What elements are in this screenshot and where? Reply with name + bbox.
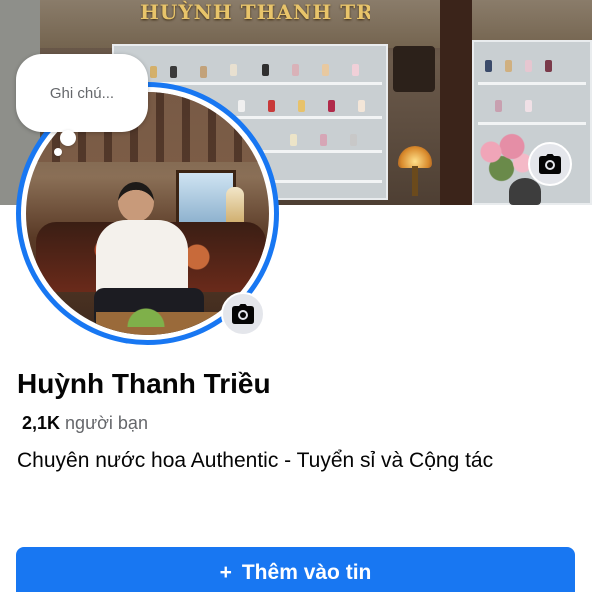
- add-to-story-button[interactable]: + Thêm vào tin: [16, 547, 575, 592]
- cover-camera-button[interactable]: [528, 142, 572, 186]
- wall-clock: [393, 46, 435, 92]
- note-bubble[interactable]: Ghi chú...: [16, 54, 148, 132]
- note-placeholder: Ghi chú...: [49, 84, 115, 102]
- tiffany-lamp: [398, 146, 432, 168]
- wood-column: [440, 0, 472, 205]
- add-to-story-label: Thêm vào tin: [241, 561, 372, 584]
- plus-icon: +: [219, 561, 232, 584]
- note-bubble-tail: [60, 130, 76, 146]
- friends-count[interactable]: 2,1K người bạn: [22, 413, 148, 434]
- friends-count-value: 2,1K: [22, 413, 61, 433]
- camera-icon: [232, 304, 254, 324]
- note-bubble-tail-small: [54, 148, 62, 156]
- profile-bio: Chuyên nước hoa Authentic - Tuyển sỉ và …: [17, 449, 494, 472]
- avatar-camera-button[interactable]: [221, 292, 265, 336]
- shop-sign: HUỲNH THANH TRIỀU: [140, 0, 370, 24]
- camera-icon: [539, 154, 561, 174]
- profile-name: Huỳnh Thanh Triều: [17, 368, 271, 399]
- friends-count-label: người bạn: [65, 413, 148, 433]
